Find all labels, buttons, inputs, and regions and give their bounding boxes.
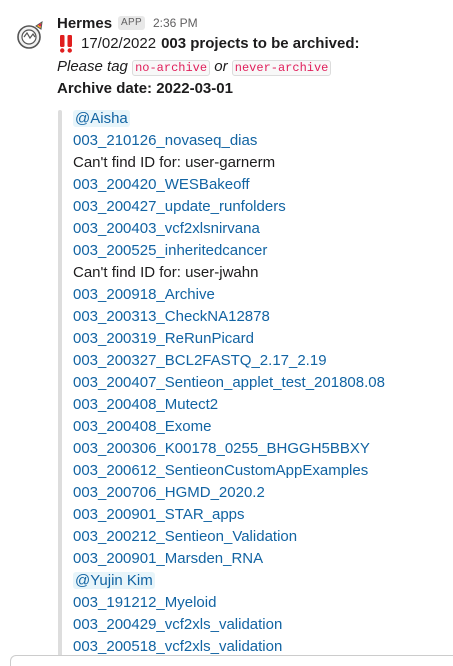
project-link[interactable]: 003_200306_K00178_0255_BHGGH5BBXY [73,440,370,457]
list-item: 003_200901_Marsden_RNA [73,548,385,570]
list-item: 003_200319_ReRunPicard [73,328,385,350]
tag-instructions: Please tag no-archive or never-archive [57,56,332,79]
project-link[interactable]: 003_200403_vcf2xlsnirvana [73,220,260,237]
tag-prefix: Please tag [57,58,128,75]
title-date: 17/02/2022 [81,35,157,52]
project-link[interactable]: 003_200319_ReRunPicard [73,330,254,347]
project-link[interactable]: 003_210126_novaseq_dias [73,132,257,149]
list-item: Can't find ID for: user-jwahn [73,262,385,284]
title-text: 003 projects to be archived: [161,35,360,52]
list-item: 003_200408_Exome [73,416,385,438]
tag-code-no-archive: no-archive [132,60,211,76]
message-header: Hermes APP 2:36 PM [57,13,198,33]
sender-name[interactable]: Hermes [57,15,112,32]
project-link[interactable]: 003_200427_update_runfolders [73,198,286,215]
list-item: 003_200407_Sentieon_applet_test_201808.0… [73,372,385,394]
blockquote-bar [58,110,62,661]
project-link[interactable]: 003_200408_Mutect2 [73,396,218,413]
list-item: 003_200420_WESBakeoff [73,174,385,196]
project-link[interactable]: 003_200612_SentieonCustomAppExamples [73,462,368,479]
message-title: 17/02/2022 003 projects to be archived: [57,33,359,55]
project-link[interactable]: 003_191212_Myeloid [73,594,216,611]
project-link[interactable]: 003_200313_CheckNA12878 [73,308,270,325]
message: Hermes APP 2:36 PM 17/02/2022 003 projec… [0,0,453,666]
tag-or: or [214,58,228,75]
list-item: 003_200313_CheckNA12878 [73,306,385,328]
project-link[interactable]: 003_200525_inheritedcancer [73,242,267,259]
double-exclamation-icon [57,33,75,55]
list-item: 003_200327_BCL2FASTQ_2.17_2.19 [73,350,385,372]
hermes-avatar[interactable] [14,18,48,52]
tag-code-never-archive: never-archive [231,60,332,76]
list-item: 003_200306_K00178_0255_BHGGH5BBXY [73,438,385,460]
list-item: 003_200612_SentieonCustomAppExamples [73,460,385,482]
project-link[interactable]: 003_200408_Exome [73,418,211,435]
list-item: Can't find ID for: user-garnerm [73,152,385,174]
list-item: 003_200918_Archive [73,284,385,306]
project-link[interactable]: 003_200420_WESBakeoff [73,176,250,193]
project-link[interactable]: 003_200901_STAR_apps [73,506,245,523]
list-item: 003_200408_Mutect2 [73,394,385,416]
archive-date: Archive date: 2022-03-01 [57,80,233,97]
list-item: 003_191212_Myeloid [73,592,385,614]
project-list: @Aisha 003_210126_novaseq_dias Can't fin… [73,108,385,658]
project-link[interactable]: 003_200407_Sentieon_applet_test_201808.0… [73,374,385,391]
app-badge: APP [118,16,145,30]
list-item: 003_200427_update_runfolders [73,196,385,218]
missing-id-text: Can't find ID for: user-garnerm [73,154,276,171]
project-link[interactable]: 003_200901_Marsden_RNA [73,550,263,567]
list-item: @Yujin Kim [73,570,385,592]
list-item: @Aisha [73,108,385,130]
user-mention[interactable]: @Yujin Kim [73,572,155,589]
timestamp[interactable]: 2:36 PM [153,16,198,30]
list-item: 003_200212_Sentieon_Validation [73,526,385,548]
project-link[interactable]: 003_200212_Sentieon_Validation [73,528,297,545]
project-link[interactable]: 003_200918_Archive [73,286,215,303]
user-mention[interactable]: @Aisha [73,110,130,127]
hermes-logo-icon [17,20,43,49]
missing-id-text: Can't find ID for: user-jwahn [73,264,259,281]
project-link[interactable]: 003_200518_vcf2xls_validation [73,638,282,655]
list-item: 003_200706_HGMD_2020.2 [73,482,385,504]
list-item: 003_200901_STAR_apps [73,504,385,526]
list-item: 003_200429_vcf2xls_validation [73,614,385,636]
list-item: 003_210126_novaseq_dias [73,130,385,152]
project-link[interactable]: 003_200706_HGMD_2020.2 [73,484,265,501]
project-link[interactable]: 003_200327_BCL2FASTQ_2.17_2.19 [73,352,327,369]
list-item: 003_200403_vcf2xlsnirvana [73,218,385,240]
project-link[interactable]: 003_200429_vcf2xls_validation [73,616,282,633]
list-item: 003_200525_inheritedcancer [73,240,385,262]
